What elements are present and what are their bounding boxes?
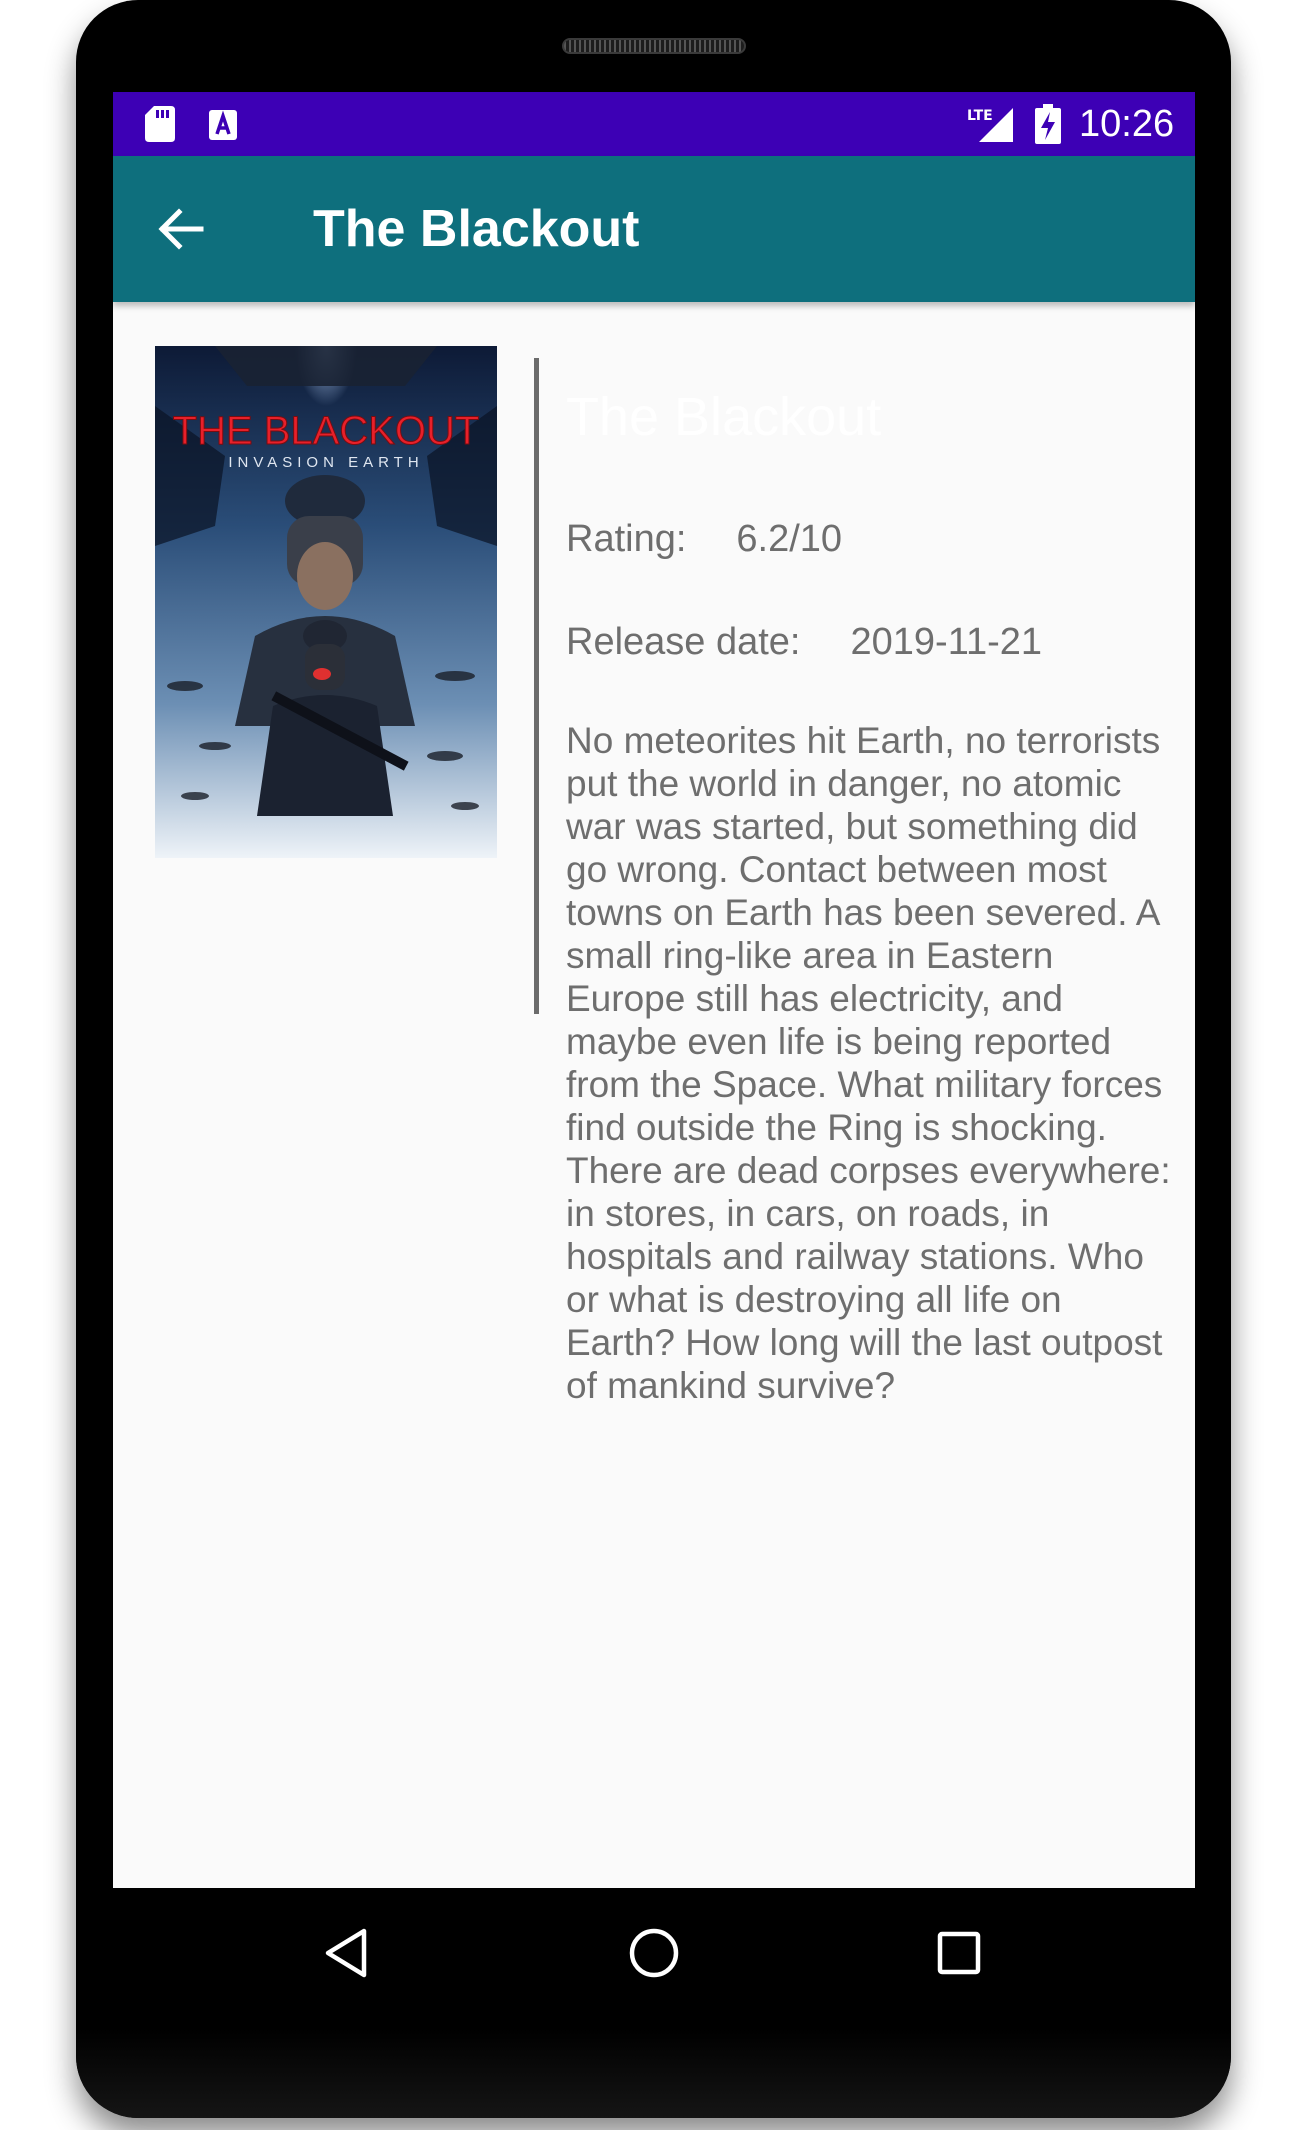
status-bar: LTE 10:26 xyxy=(113,92,1195,156)
release-date-value: 2019-11-21 xyxy=(850,621,1043,663)
status-time: 10:26 xyxy=(1079,103,1175,145)
a-notification-icon xyxy=(209,110,237,140)
rating-row: Rating: 6.2/10 xyxy=(566,515,842,563)
movie-overview: No meteorites hit Earth, no terrorists p… xyxy=(566,720,1171,1406)
release-date-row: Release date: 2019-11-21 xyxy=(566,618,1042,666)
movie-detail-content: THE BLACKOUT INVASION EARTH The Blackout… xyxy=(113,302,1195,1888)
speaker-grille xyxy=(562,38,746,54)
movie-poster: THE BLACKOUT INVASION EARTH xyxy=(155,346,497,858)
screen: LTE 10:26 The Blackout THE BLACKOUT INVA… xyxy=(113,92,1195,1888)
sd-card-icon xyxy=(145,106,175,142)
nav-home-icon[interactable] xyxy=(622,1921,686,1985)
vertical-divider xyxy=(534,358,539,1014)
rating-value: 6.2/10 xyxy=(736,518,843,560)
app-bar: The Blackout xyxy=(113,156,1195,302)
movie-title: The Blackout xyxy=(566,387,882,447)
navigation-bar xyxy=(113,1888,1195,2018)
arrow-back-icon[interactable] xyxy=(149,197,213,261)
phone-chin xyxy=(76,2028,1231,2118)
nav-recents-icon[interactable] xyxy=(927,1921,991,1985)
rating-label: Rating: xyxy=(566,518,687,560)
release-date-label: Release date: xyxy=(566,621,801,663)
nav-back-icon[interactable] xyxy=(316,1921,380,1985)
poster-subtitle: INVASION EARTH xyxy=(228,454,423,471)
poster-title: THE BLACKOUT xyxy=(173,409,480,453)
battery-charging-icon xyxy=(1035,104,1061,144)
lte-signal-icon: LTE xyxy=(967,108,1013,142)
svg-text:LTE: LTE xyxy=(967,108,993,124)
page-title: The Blackout xyxy=(313,200,640,258)
